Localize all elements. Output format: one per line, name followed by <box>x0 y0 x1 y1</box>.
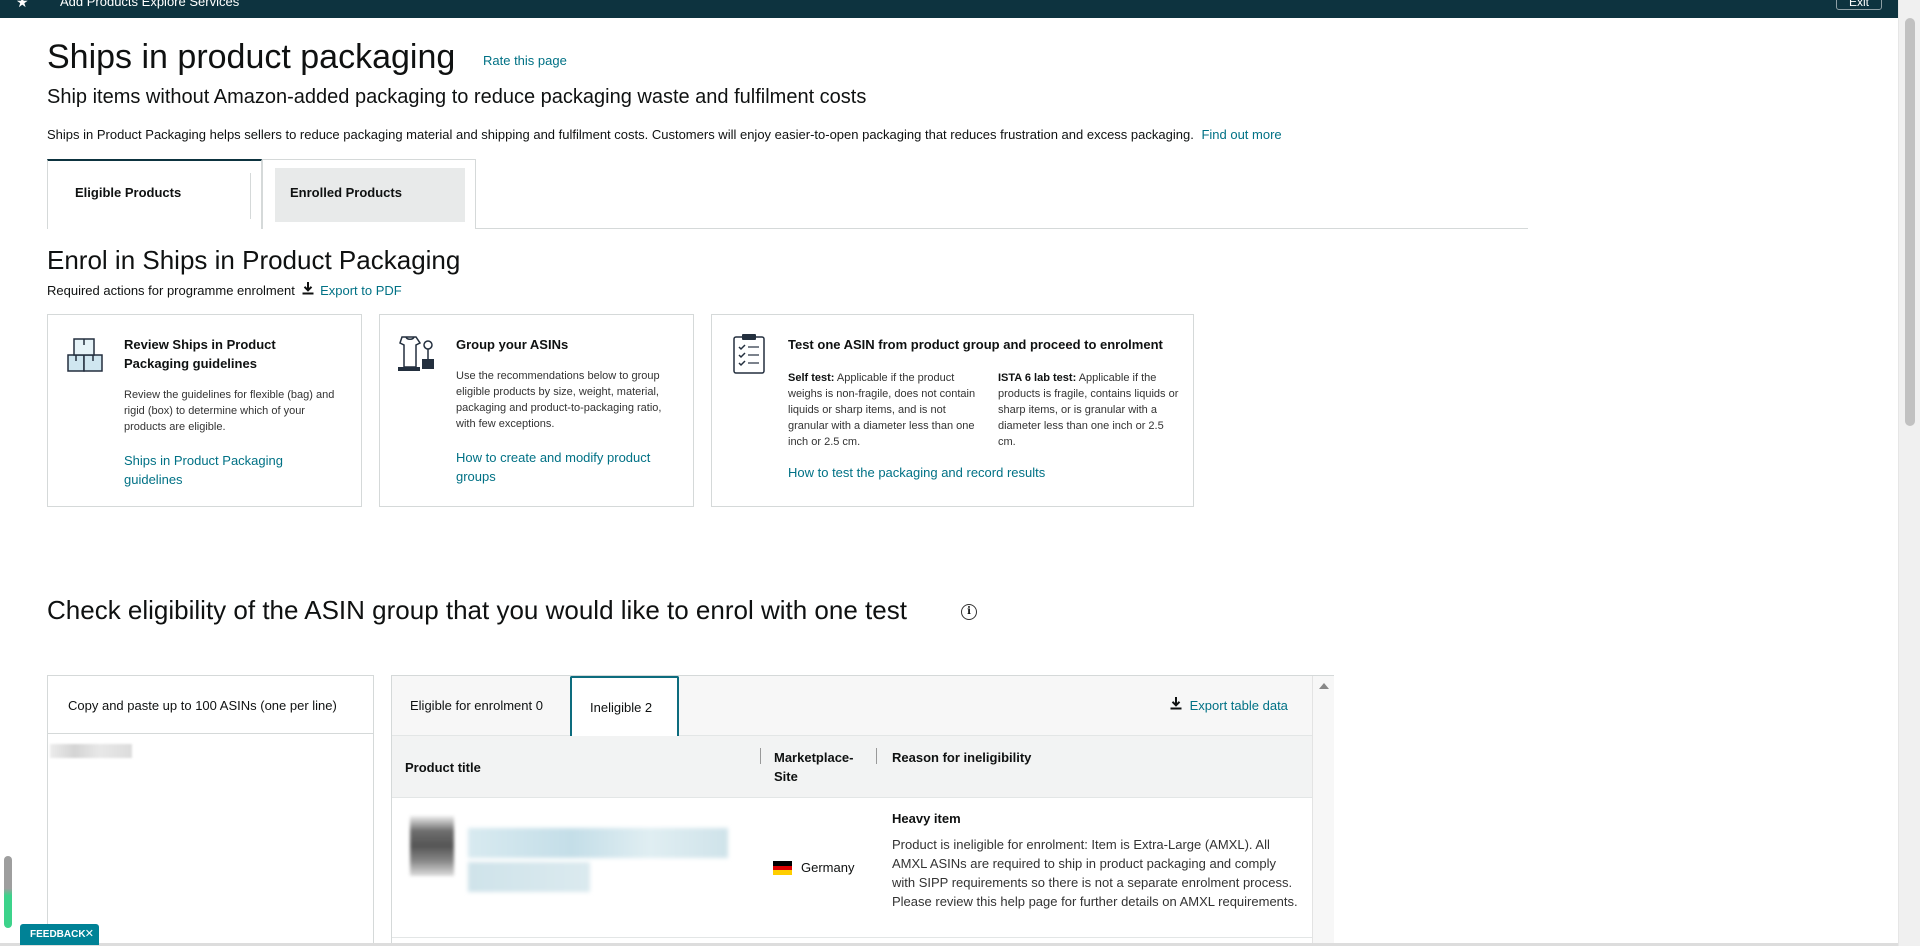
column-resize-handle[interactable] <box>876 748 877 764</box>
enrol-section-title: Enrol in Ships in Product Packaging <box>47 245 461 275</box>
asin-textarea-content[interactable] <box>50 744 132 758</box>
asin-input-header: Copy and paste up to 100 ASINs (one per … <box>48 676 373 734</box>
product-groups-link[interactable]: How to create and modify product groups <box>456 448 671 486</box>
export-table-data-link[interactable]: Export table data <box>1170 697 1288 713</box>
page-scrollbar-thumb[interactable] <box>1905 18 1915 426</box>
product-title-redacted[interactable] <box>468 862 590 892</box>
guidelines-card: Review Ships in Product Packaging guidel… <box>47 314 362 507</box>
test-packaging-link[interactable]: How to test the packaging and record res… <box>788 463 1045 482</box>
page-subtitle: Ship items without Amazon-added packagin… <box>47 86 867 108</box>
self-test-label: Self test: <box>788 372 835 384</box>
asin-input-label: Copy and paste up to 100 ASINs (one per … <box>68 698 337 713</box>
eligibility-section-title: Check eligibility of the ASIN group that… <box>47 595 907 625</box>
rate-this-page-link[interactable]: Rate this page <box>483 53 567 68</box>
card-title: Test one ASIN from product group and pro… <box>788 337 1163 352</box>
tab-eligible-label: Eligible Products <box>75 185 182 200</box>
info-icon[interactable]: i <box>961 604 977 620</box>
column-header-product-title[interactable]: Product title <box>405 758 481 777</box>
card-title: Review Ships in Product Packaging guidel… <box>124 337 276 371</box>
tab-enrolled-label: Enrolled Products <box>290 185 402 200</box>
feedback-label: FEEDBACK <box>30 929 86 940</box>
guidelines-link[interactable]: Ships in Product Packaging guidelines <box>124 451 304 489</box>
results-tab-bar: Eligible for enrolment 0 Ineligible 2 Ex… <box>392 676 1312 737</box>
exit-button[interactable]: Exit <box>1836 0 1882 10</box>
tab-ineligible-label: Ineligible 2 <box>590 700 653 715</box>
germany-flag-icon <box>773 861 792 875</box>
clipboard-checklist-icon <box>728 333 770 375</box>
product-group-icon <box>396 333 438 375</box>
tab-enrolled-products[interactable]: Enrolled Products <box>275 168 465 222</box>
tab-separator <box>250 173 251 219</box>
favorite-star-icon[interactable]: ★ <box>16 0 29 11</box>
export-table-data-label: Export table data <box>1189 698 1288 713</box>
card-description: Use the recommendations below to group e… <box>456 370 662 430</box>
page-scrollbar[interactable] <box>1898 0 1920 946</box>
export-to-pdf-link[interactable]: Export to PDF <box>320 283 402 298</box>
download-icon <box>1170 697 1186 713</box>
intro-text: Ships in Product Packaging helps sellers… <box>47 127 1282 142</box>
column-header-reason[interactable]: Reason for ineligibility <box>892 748 1031 767</box>
intro-description: Ships in Product Packaging helps sellers… <box>47 127 1194 142</box>
results-panel: Eligible for enrolment 0 Ineligible 2 Ex… <box>391 675 1334 946</box>
column-resize-handle[interactable] <box>760 748 761 764</box>
boxes-icon <box>64 333 106 375</box>
close-icon[interactable]: ✕ <box>85 924 94 945</box>
reason-description: Product is ineligible for enrolment: Ite… <box>892 837 1298 909</box>
results-scrollbar[interactable] <box>1312 676 1334 946</box>
self-test-description: Self test: Applicable if the product wei… <box>788 370 988 450</box>
tab-ineligible[interactable]: Ineligible 2 <box>570 676 679 737</box>
scroll-up-arrow-icon[interactable] <box>1319 683 1329 689</box>
reason-title: Heavy item <box>892 811 961 826</box>
required-actions-text: Required actions for programme enrolment <box>47 283 295 298</box>
feedback-button[interactable]: FEEDBACK ✕ <box>20 924 99 945</box>
ista-test-description: ISTA 6 lab test: Applicable if the produ… <box>998 370 1183 450</box>
tab-eligible-products[interactable]: Eligible Products <box>47 159 262 229</box>
product-thumbnail[interactable] <box>410 816 454 876</box>
find-out-more-link[interactable]: Find out more <box>1201 127 1281 142</box>
asin-input-panel: Copy and paste up to 100 ASINs (one per … <box>47 675 374 946</box>
ista-test-label: ISTA 6 lab test: <box>998 372 1077 384</box>
side-widget-handle[interactable] <box>4 856 12 928</box>
column-header-marketplace[interactable]: Marketplace-Site <box>774 748 864 786</box>
top-navigation-bar: ★ Add Products Explore Services Exit <box>0 0 1920 18</box>
download-icon[interactable] <box>302 282 314 298</box>
tab-enrolled-container: Enrolled Products <box>262 159 476 229</box>
card-description: Review the guidelines for flexible (bag)… <box>124 389 335 433</box>
top-nav-links[interactable]: Add Products Explore Services <box>60 0 239 9</box>
marketplace-site: Germany <box>801 860 855 875</box>
required-actions-line: Required actions for programme enrolment… <box>47 282 402 298</box>
table-row: Germany Heavy item Product is ineligible… <box>392 798 1312 938</box>
test-asin-card: Test one ASIN from product group and pro… <box>711 314 1194 507</box>
table-header: Product title Marketplace-Site Reason fo… <box>392 736 1312 798</box>
group-asins-card: Group your ASINs Use the recommendations… <box>379 314 694 507</box>
page-title: Ships in product packaging <box>47 38 456 76</box>
tab-eligible-for-enrolment[interactable]: Eligible for enrolment 0 <box>410 698 543 713</box>
product-title-redacted[interactable] <box>468 828 728 858</box>
card-title: Group your ASINs <box>456 337 569 352</box>
